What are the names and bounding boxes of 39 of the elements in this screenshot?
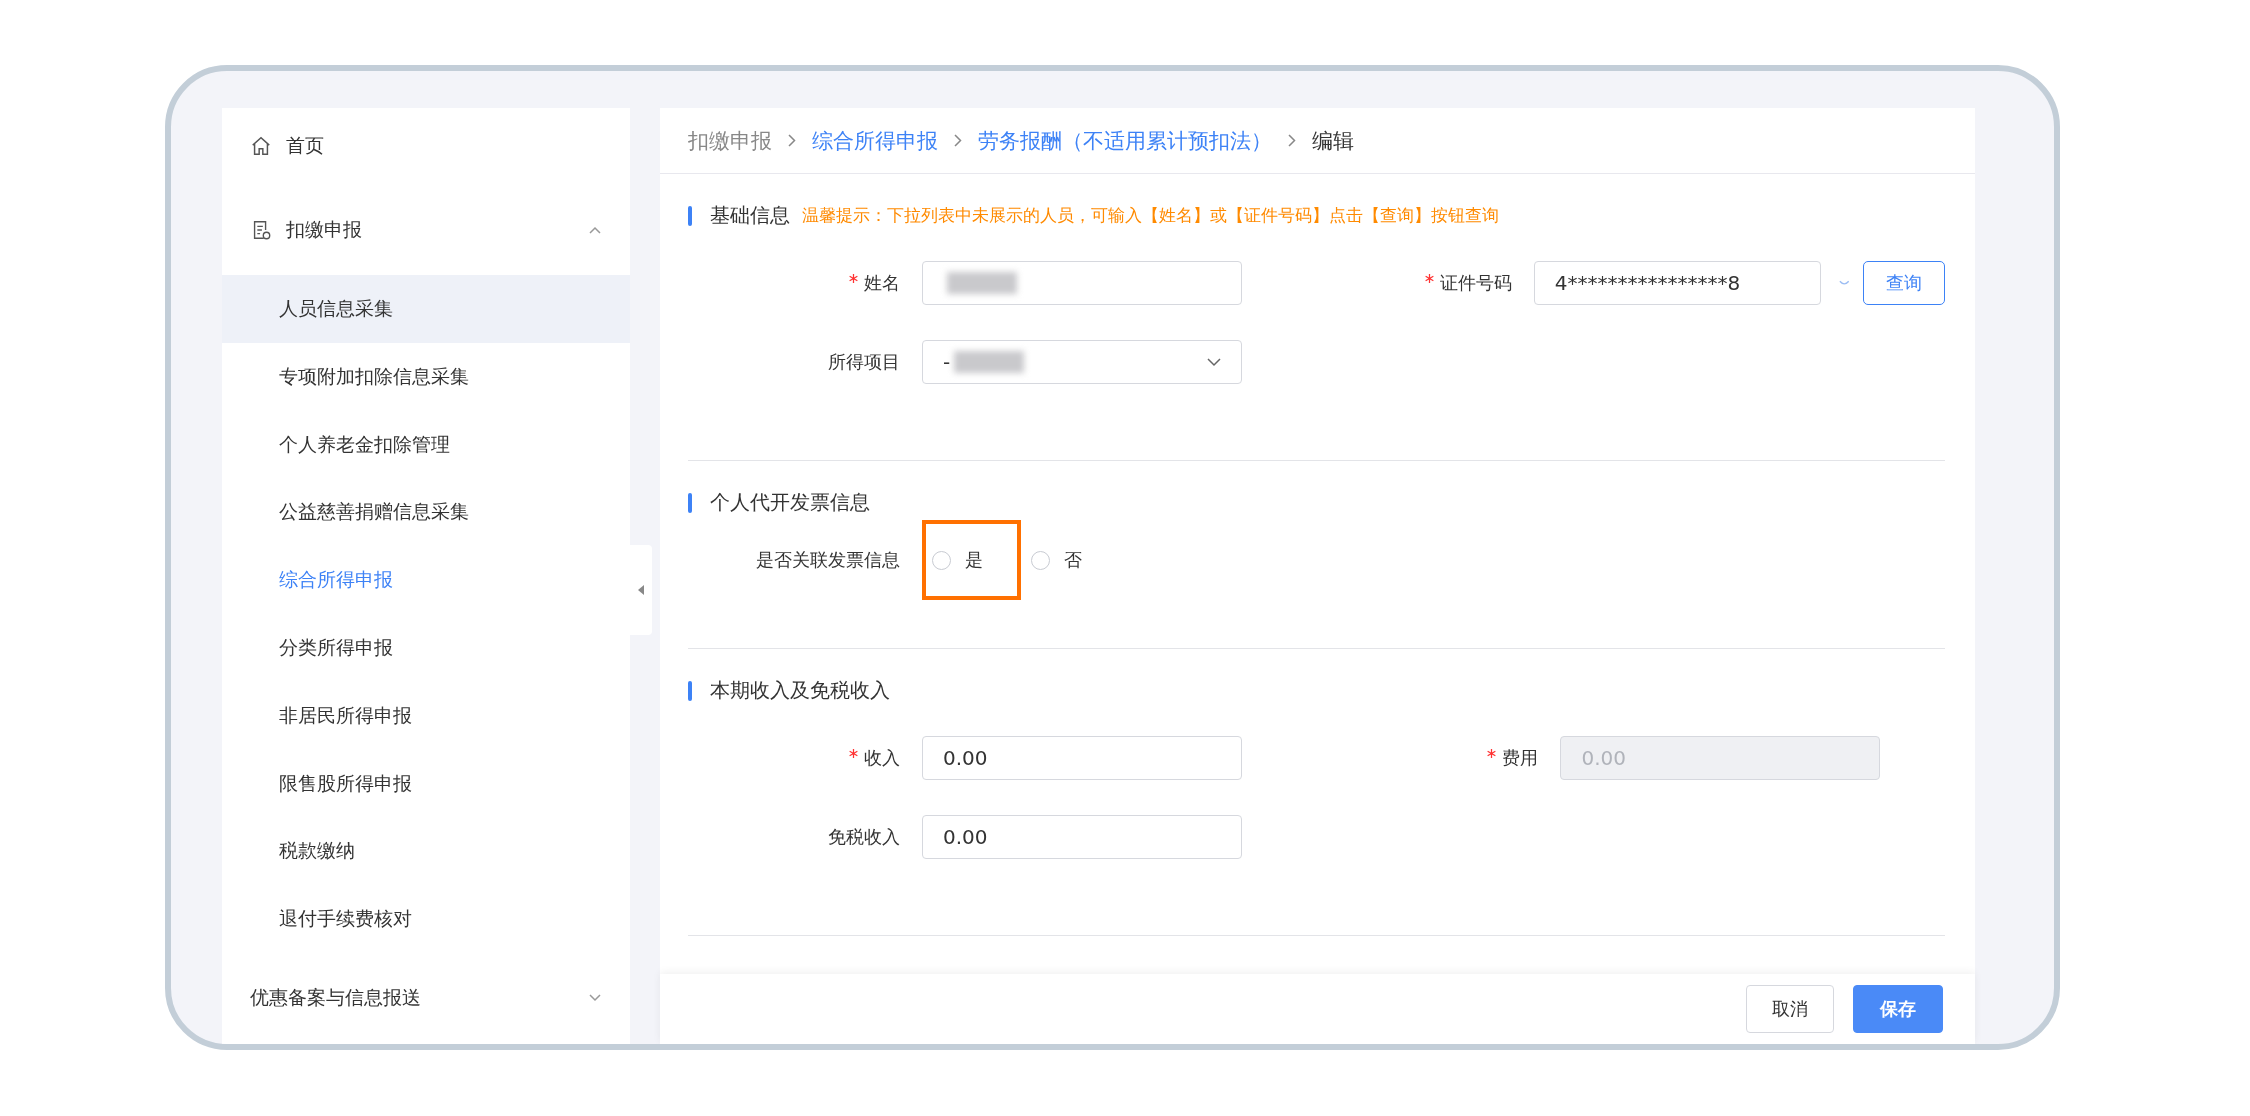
radio-option[interactable]: 是 (932, 548, 995, 572)
select-field[interactable]: - (922, 340, 1242, 384)
field-label: 证件号码 (1325, 271, 1534, 295)
chevron-icon (788, 134, 796, 147)
section-title: 本期收入及免税收入 (710, 677, 890, 704)
chevron-icon (1288, 134, 1296, 147)
sidebar-group[interactable]: 优惠备案与信息报送 (222, 952, 630, 1044)
chevron-icon (588, 224, 602, 235)
input-field[interactable] (922, 261, 1242, 305)
field-label: 费用 (1326, 746, 1561, 770)
sidebar-group[interactable]: 扣缴申报 (222, 184, 630, 276)
radio-option[interactable]: 否 (1031, 548, 1094, 572)
section-title: 基础信息 (710, 202, 790, 229)
chevron-icon (954, 134, 962, 147)
field-label: 姓名 (688, 271, 922, 295)
input-field[interactable]: 0.00 (922, 736, 1242, 780)
breadcrumb-item[interactable]: 劳务报酬（不适用累计预扣法） (978, 126, 1272, 155)
sidebar-group-label: 扣缴申报 (286, 216, 362, 242)
home-icon (250, 135, 272, 158)
hint-text: 温馨提示：下拉列表中未展示的人员，可输入【姓名】或【证件号码】点击【查询】按钮查询 (802, 204, 1499, 227)
cancel-button[interactable]: 取消 (1746, 985, 1834, 1033)
sidebar-item-label: 首页 (286, 133, 324, 159)
collapse-handle[interactable] (630, 545, 652, 635)
field-label: 是否关联发票信息 (755, 548, 901, 572)
field-label: 收入 (688, 746, 922, 770)
input-field[interactable]: 4****************8 (1533, 261, 1821, 305)
breadcrumb-item[interactable]: 综合所得申报 (812, 126, 938, 155)
query-button[interactable]: 查询 (1863, 261, 1945, 305)
chevron-down-icon (1207, 357, 1221, 367)
breadcrumb-item: 编辑 (1312, 127, 1354, 155)
sidebar-group-label: 优惠备案与信息报送 (250, 985, 421, 1011)
field-label: 所得项目 (827, 350, 901, 374)
sidebar-item[interactable]: 首页 (222, 108, 630, 185)
section-title: 个人代开发票信息 (710, 489, 870, 516)
chevron-icon (588, 993, 602, 1004)
sidebar-item[interactable]: 人员信息采集 (222, 275, 630, 343)
breadcrumb-item: 扣缴申报 (688, 127, 772, 155)
input-field[interactable]: 0.00 (922, 815, 1242, 859)
field-label: 免税收入 (827, 825, 901, 849)
